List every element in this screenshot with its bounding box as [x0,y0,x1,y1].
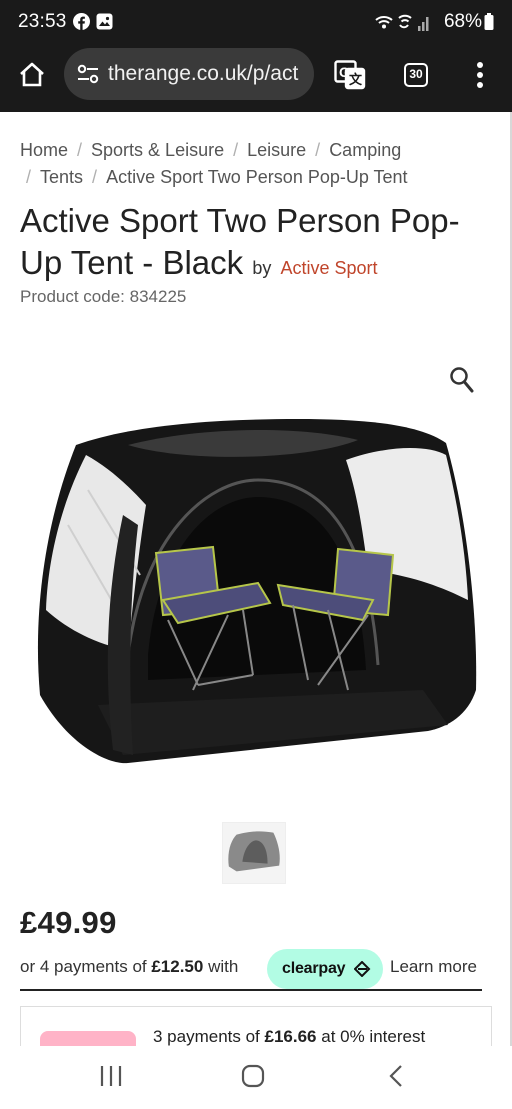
clearpay-arrows-icon [354,961,371,977]
clearpay-amount: £12.50 [151,957,204,976]
gallery-icon [96,13,113,30]
zoom-icon[interactable] [449,366,475,394]
product-price: £49.99 [20,905,117,940]
divider [20,989,482,991]
browser-toolbar: therange.co.uk/p/act G 文 30 [0,46,512,112]
facebook-icon [73,13,90,30]
recents-icon[interactable] [100,1064,122,1088]
tabs-icon[interactable]: 30 [404,63,428,87]
brand-link[interactable]: Active Sport [281,258,378,278]
system-nav-bar [0,1046,512,1109]
product-code: Product code: 834225 [20,287,187,306]
breadcrumb-tents[interactable]: Tents [40,167,83,187]
breadcrumb-separator: / [77,140,83,160]
translate-icon[interactable]: G 文 [334,60,366,90]
address-bar[interactable]: therange.co.uk/p/act [64,48,314,100]
breadcrumb-separator: / [26,167,32,187]
breadcrumb-separator: / [92,167,98,187]
url-text[interactable]: therange.co.uk/p/act [108,62,298,86]
product-title-text: Active Sport Two Person Pop-Up Tent - Bl… [20,202,460,281]
klarna-suffix: at 0% interest [316,1027,426,1046]
more-icon[interactable] [475,61,485,89]
breadcrumb: Home / Sports & Leisure / Leisure / Camping / Te… [20,137,490,191]
back-icon[interactable] [388,1064,404,1088]
breadcrumb-home[interactable]: Home [20,140,68,160]
product-thumbnail[interactable] [222,822,286,884]
clearpay-badge[interactable]: clearpay [267,949,383,989]
home-nav-icon[interactable] [241,1064,265,1088]
breadcrumb-leisure[interactable]: Leisure [247,140,306,160]
learn-more-link[interactable]: Learn more [390,957,477,977]
product-image[interactable] [28,405,482,775]
klarna-prefix: 3 payments of [153,1027,265,1046]
klarna-amount: £16.66 [264,1027,317,1046]
by-label: by [252,258,272,278]
battery-percent: 68% [443,11,482,32]
clearpay-suffix: with [203,957,239,976]
battery-icon [484,13,494,30]
breadcrumb-separator: / [233,140,239,160]
site-settings-icon[interactable] [77,64,99,84]
breadcrumb-separator: / [315,140,321,160]
clearpay-info: or 4 payments of £12.50 with [20,957,238,977]
status-time: 23:53 [18,11,67,32]
breadcrumb-current: Active Sport Two Person Pop-Up Tent [106,167,408,187]
svg-text:文: 文 [349,72,363,87]
wifi-icon [375,14,429,31]
product-title: Active Sport Two Person Pop-Up Tent - Bl… [20,200,490,289]
breadcrumb-camping[interactable]: Camping [329,140,401,160]
breadcrumb-sports-leisure[interactable]: Sports & Leisure [91,140,224,160]
status-bar: 23:53 68% [0,0,512,46]
home-icon[interactable] [19,62,45,88]
klarna-info: 3 payments of £16.66 at 0% interest [153,1027,425,1047]
clearpay-logo-text: clearpay [282,960,346,977]
clearpay-prefix: or 4 payments of [20,957,152,976]
